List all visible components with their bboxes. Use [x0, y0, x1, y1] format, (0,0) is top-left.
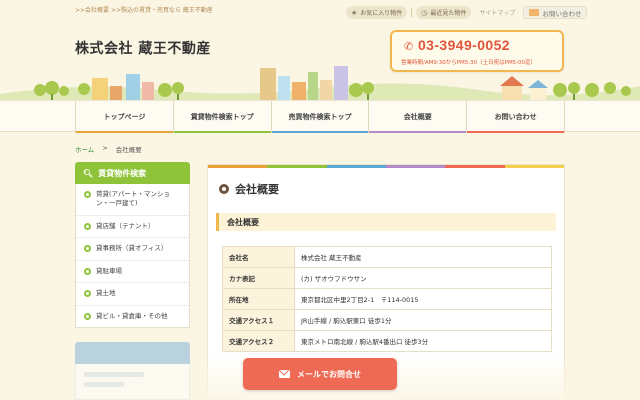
table-value: 東京都北区中里2丁目2-1 〒114-0015	[294, 288, 552, 310]
sidebar-item-rental-housing[interactable]: 賃貸(アパート・マンション・一戸建て)	[76, 184, 189, 216]
global-nav: トップページ 賃貸物件検索トップ 売買物件検索トップ 会社概要 お問い合わせ	[0, 100, 640, 133]
nav-item-company[interactable]: 会社概要	[368, 101, 467, 133]
nav-items: トップページ 賃貸物件検索トップ 売買物件検索トップ 会社概要 お問い合わせ	[75, 101, 565, 133]
sidebar-rental-search: 🔍︎ 賃貸物件検索 賃貸(アパート・マンション・一戸建て) 貸店舗（テナント） …	[75, 162, 190, 328]
star-icon: ★	[351, 8, 358, 17]
sidebar-item-label: 賃貸(アパート・マンション・一戸建て)	[96, 190, 170, 208]
search-icon: 🔍︎	[83, 168, 94, 178]
contact-label: お問い合わせ	[542, 9, 582, 18]
bullet-icon	[84, 290, 91, 298]
circle-icon	[219, 184, 229, 194]
sitemap-link[interactable]: サイトマップ	[479, 8, 515, 17]
nav-color-bar	[173, 131, 271, 133]
sidebar-item-label: 貸ビル・貸倉庫・その他	[96, 311, 168, 320]
page-title-label: 会社概要	[235, 183, 279, 196]
sidebar-item-label: 貸土地	[96, 289, 116, 298]
nav-color-bar	[76, 131, 173, 133]
nav-item-top[interactable]: トップページ	[75, 101, 173, 133]
table-key: 会社名	[222, 246, 295, 268]
sidebar-item-building[interactable]: 貸ビル・貸倉庫・その他	[76, 306, 189, 327]
nav-label: トップページ	[103, 113, 146, 121]
mail-contact-button[interactable]: メールでお問合せ	[243, 358, 397, 390]
mail-icon	[529, 9, 540, 16]
table-key: 所在地	[222, 288, 295, 310]
nav-color-bar	[467, 131, 564, 133]
table-key: カナ表記	[222, 267, 295, 289]
sidebar-list: 賃貸(アパート・マンション・一戸建て) 貸店舗（テナント） 貸事務所（貸オフィス…	[75, 184, 190, 328]
bullet-icon	[84, 245, 91, 253]
nav-item-sale-search[interactable]: 売買物件検索トップ	[270, 101, 369, 133]
company-info-table: 会社名 株式会社 蔵王不動産 カナ表記 (カ) ザオウフドウサン 所在地 東京都…	[222, 246, 552, 352]
nav-label: 賃貸物件検索トップ	[190, 113, 254, 121]
sidebar-item-label: 貸駐車場	[96, 266, 122, 275]
table-row: カナ表記 (カ) ザオウフドウサン	[222, 267, 552, 289]
company-logo-name[interactable]: 株式会社 蔵王不動産	[75, 38, 211, 58]
bullet-icon	[84, 267, 91, 275]
sidebar-title-label: 賃貸物件検索	[98, 168, 147, 178]
breadcrumb: ホーム > 会社概要	[75, 144, 142, 154]
table-value: 東京メトロ南北線 / 駒込駅4番出口 徒歩3分	[294, 330, 552, 352]
nav-label: 売買物件検索トップ	[288, 113, 352, 121]
breadcrumb-tagline: >>会社概要 >>駒込の賃貸・売買なら 蔵王不動産	[75, 7, 213, 14]
table-value: (カ) ザオウフドウサン	[294, 267, 552, 289]
header-top-links: ★ お気に入り物件 ◷ 最近見た物件 サイトマップ お問い合わせ	[346, 6, 588, 19]
table-row: 所在地 東京都北区中里2丁目2-1 〒114-0015	[222, 288, 552, 310]
breadcrumb-home[interactable]: ホーム	[75, 144, 94, 154]
breadcrumb-current: 会社概要	[115, 146, 142, 154]
phone-number: 03-3949-0052	[418, 37, 510, 53]
sidebar-sale-search-faded	[75, 342, 190, 400]
nav-color-bar	[369, 131, 467, 133]
clock-icon: ◷	[421, 8, 428, 17]
sidebar-item-office[interactable]: 貸事務所（貸オフィス）	[76, 238, 189, 261]
nav-item-contact[interactable]: お問い合わせ	[466, 101, 565, 133]
sidebar-item-shop[interactable]: 貸店舗（テナント）	[76, 216, 189, 239]
divider	[411, 8, 413, 17]
sidebar-item-land[interactable]: 貸土地	[76, 283, 189, 306]
phone-icon: ✆	[404, 40, 414, 53]
table-row: 交通アクセス１ JR山手線 / 駒込駅東口 徒歩1分	[222, 309, 552, 331]
favorites-link[interactable]: ★ お気に入り物件	[346, 6, 408, 19]
table-row: 交通アクセス２ 東京メトロ南北線 / 駒込駅4番出口 徒歩3分	[222, 330, 552, 352]
phone-box[interactable]: ✆ 03-3949-0052 営業時間/AM9:30からPM5:30（土日祝はP…	[390, 30, 564, 72]
faded-content	[84, 372, 144, 377]
table-value: JR山手線 / 駒込駅東口 徒歩1分	[294, 309, 552, 331]
recent-link[interactable]: ◷ 最近見た物件	[416, 6, 472, 19]
bullet-icon	[84, 191, 91, 198]
envelope-icon	[279, 370, 290, 378]
rainbow-stripe	[208, 165, 564, 168]
favorites-label: お気に入り物件	[360, 10, 403, 17]
breadcrumb-separator: >	[102, 144, 108, 152]
site-header: >>会社概要 >>駒込の賃貸・売買なら 蔵王不動産 ★ お気に入り物件 ◷ 最近…	[0, 0, 640, 104]
sidebar-item-label: 貸事務所（貸オフィス）	[96, 244, 168, 253]
nav-color-bar	[271, 131, 369, 133]
table-value: 株式会社 蔵王不動産	[294, 246, 552, 268]
sidebar-title: 🔍︎ 賃貸物件検索	[75, 162, 190, 184]
table-key: 交通アクセス１	[222, 309, 295, 331]
nav-label: 会社概要	[403, 113, 432, 121]
business-hours: 営業時間/AM9:30からPM5:30（土日祝はPM5:00迄）	[401, 60, 537, 66]
header-contact-button[interactable]: お問い合わせ	[523, 6, 588, 19]
page-title: 会社概要	[219, 181, 279, 197]
section-heading: 会社概要	[216, 213, 556, 231]
sidebar-sale-header	[75, 342, 190, 364]
sidebar-item-label: 貸店舗（テナント）	[96, 221, 155, 230]
bullet-icon	[84, 312, 91, 320]
sidebar-item-parking[interactable]: 貸駐車場	[76, 261, 189, 284]
recent-label: 最近見た物件	[430, 10, 467, 17]
nav-label: お問い合わせ	[494, 113, 537, 121]
table-row: 会社名 株式会社 蔵王不動産	[222, 246, 552, 268]
faded-content	[84, 382, 124, 387]
nav-item-rental-search[interactable]: 賃貸物件検索トップ	[172, 101, 271, 133]
bullet-icon	[84, 222, 91, 230]
table-key: 交通アクセス２	[222, 330, 295, 352]
mail-contact-label: メールでお問合せ	[297, 369, 361, 379]
